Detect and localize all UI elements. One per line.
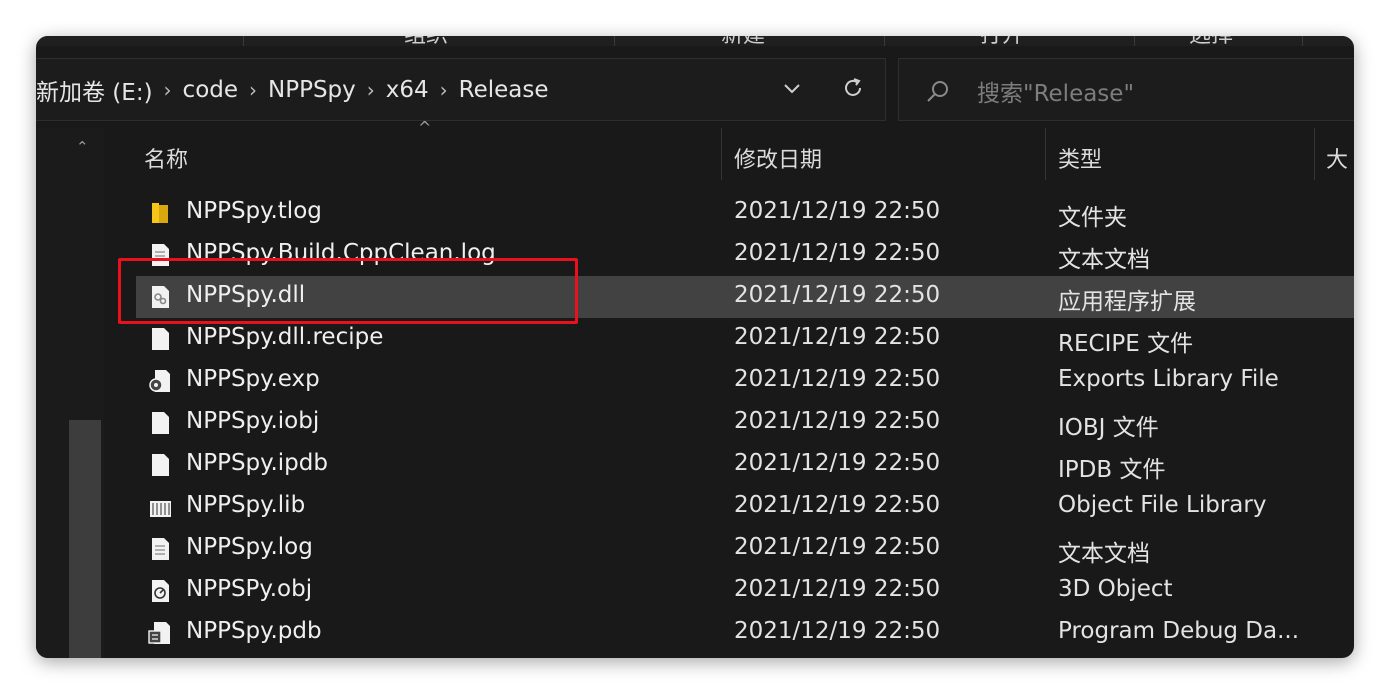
ribbon-separator (884, 36, 885, 46)
breadcrumb-code[interactable]: code (183, 77, 238, 103)
ribbon-separator (614, 36, 615, 46)
ribbon-organize[interactable]: 组织 (404, 36, 448, 45)
file-date: 2021/12/19 22:50 (734, 240, 941, 266)
file-type: 文本文档 (1058, 247, 1150, 273)
ribbon-separator (1134, 36, 1135, 46)
pdb-file-icon (148, 620, 172, 646)
text-file-icon (148, 536, 172, 562)
file-row[interactable]: NPPSpy.ipdb 2021/12/19 22:50 IPDB 文件 (136, 444, 1354, 486)
file-date: 2021/12/19 22:50 (734, 408, 941, 434)
address-bar[interactable]: 新加卷 (E:) › code › NPPSpy › x64 › Release (36, 58, 886, 121)
column-date[interactable]: 修改日期 (734, 142, 822, 174)
file-name[interactable]: NPPSpy.exp (186, 366, 320, 392)
file-name[interactable]: NPPSpy.iobj (186, 408, 319, 434)
obj-file-icon (148, 578, 172, 604)
file-type: 文本文档 (1058, 541, 1150, 567)
file-date: 2021/12/19 22:50 (734, 492, 941, 518)
file-date: 2021/12/19 22:50 (734, 618, 941, 644)
file-type: Program Debug Da... (1058, 618, 1300, 644)
search-placeholder: 搜索"Release" (977, 81, 1135, 107)
file-name[interactable]: NPPSPy.obj (186, 576, 312, 602)
scroll-up-icon[interactable]: ⌃ (76, 138, 89, 156)
ribbon-toolbar: 组织 新建 打开 选择 (36, 36, 1354, 46)
file-date: 2021/12/19 22:50 (734, 282, 941, 308)
file-row[interactable]: NPPSpy.pdb 2021/12/19 22:50 Program Debug … (136, 612, 1354, 654)
folder-icon (148, 200, 172, 226)
scrollbar-thumb[interactable] (69, 420, 101, 658)
file-row[interactable]: NPPSpy.lib 2021/12/19 22:50 Object File Li… (136, 486, 1354, 528)
column-separator[interactable] (1314, 128, 1315, 180)
file-row[interactable]: NPPSpy.tlog 2021/12/19 22:50 文件夹 (136, 192, 1354, 234)
column-name[interactable]: 名称 (144, 142, 188, 174)
blank-file-icon (148, 326, 172, 352)
search-box[interactable]: 搜索"Release" (898, 58, 1354, 121)
file-row[interactable]: NPPSpy.iobj 2021/12/19 22:50 IOBJ 文件 (136, 402, 1354, 444)
ribbon-select[interactable]: 选择 (1189, 36, 1233, 45)
file-type: 应用程序扩展 (1058, 289, 1196, 315)
file-row[interactable]: NPPSpy.dll.recipe 2021/12/19 22:50 RECIPE … (136, 318, 1354, 360)
file-type: Object File Library (1058, 492, 1267, 518)
column-separator[interactable] (721, 128, 722, 180)
ribbon-separator (1302, 36, 1303, 46)
column-header: ^ 名称 修改日期 类型 大 (106, 118, 1354, 184)
blank-file-icon (148, 410, 172, 436)
file-explorer-window: 组织 新建 打开 选择 新加卷 (E:) › code › NPPSpy › x… (36, 36, 1354, 658)
file-type: RECIPE 文件 (1058, 331, 1194, 357)
ribbon-open[interactable]: 打开 (980, 36, 1024, 45)
chevron-right-icon[interactable]: › (249, 78, 257, 102)
file-name[interactable]: NPPSpy.lib (186, 492, 305, 518)
breadcrumb-release[interactable]: Release (459, 77, 549, 103)
file-name[interactable]: NPPSpy.dll.recipe (186, 324, 383, 350)
navigation-pane: ⌃ (36, 128, 104, 658)
file-date: 2021/12/19 22:50 (734, 324, 941, 350)
file-date: 2021/12/19 22:50 (734, 450, 941, 476)
chevron-down-icon[interactable] (781, 77, 803, 99)
blank-file-icon (148, 452, 172, 478)
exp-file-icon (148, 368, 172, 394)
search-icon (927, 81, 948, 102)
lib-file-icon (148, 494, 172, 520)
column-type[interactable]: 类型 (1058, 142, 1102, 174)
file-row[interactable]: NPPSpy.exp 2021/12/19 22:50 Exports Librar… (136, 360, 1354, 402)
file-name[interactable]: NPPSpy.pdb (186, 618, 322, 644)
ribbon-new[interactable]: 新建 (721, 36, 765, 45)
breadcrumb-x64[interactable]: x64 (386, 77, 429, 103)
file-row[interactable]: NPPSpy.log 2021/12/19 22:50 文本文档 (136, 528, 1354, 570)
file-type: Exports Library File (1058, 366, 1279, 392)
file-date: 2021/12/19 22:50 (734, 366, 941, 392)
file-type: 3D Object (1058, 576, 1173, 602)
file-name[interactable]: NPPSpy.log (186, 534, 313, 560)
file-name[interactable]: NPPSpy.tlog (186, 198, 322, 224)
breadcrumb-nppspy[interactable]: NPPSpy (268, 77, 356, 103)
file-type: 文件夹 (1058, 205, 1127, 231)
file-date: 2021/12/19 22:50 (734, 534, 941, 560)
file-name[interactable]: NPPSpy.ipdb (186, 450, 328, 476)
file-type: IPDB 文件 (1058, 457, 1166, 483)
file-type: IOBJ 文件 (1058, 415, 1159, 441)
column-size[interactable]: 大 (1326, 142, 1348, 174)
column-separator[interactable] (1045, 128, 1046, 180)
chevron-right-icon[interactable]: › (367, 78, 375, 102)
sort-ascending-icon: ^ (418, 118, 432, 137)
breadcrumb-drive[interactable]: 新加卷 (E:) (36, 73, 153, 107)
chevron-right-icon[interactable]: › (440, 78, 448, 102)
file-date: 2021/12/19 22:50 (734, 198, 941, 224)
ribbon-separator (243, 36, 244, 46)
refresh-icon[interactable] (840, 75, 866, 101)
file-date: 2021/12/19 22:50 (734, 576, 941, 602)
file-row[interactable]: NPPSPy.obj 2021/12/19 22:50 3D Object (136, 570, 1354, 612)
highlight-annotation (118, 258, 578, 324)
chevron-right-icon[interactable]: › (164, 78, 172, 102)
